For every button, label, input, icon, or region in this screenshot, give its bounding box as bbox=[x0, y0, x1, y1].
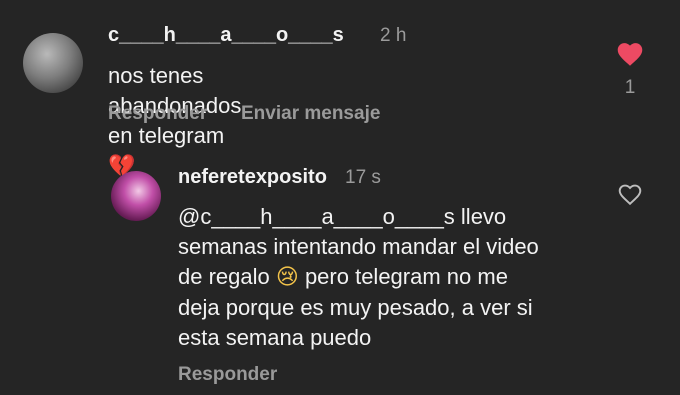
heart-outline-icon[interactable] bbox=[617, 182, 643, 206]
reply-button[interactable]: Responder bbox=[108, 103, 207, 125]
comment-line-start: de regalo bbox=[178, 264, 270, 289]
comment-line: esta semana puedo bbox=[178, 325, 372, 350]
avatar[interactable] bbox=[111, 171, 161, 221]
send-message-button[interactable]: Enviar mensaje bbox=[241, 103, 380, 125]
reply-button[interactable]: Responder bbox=[178, 364, 277, 386]
avatar[interactable] bbox=[23, 33, 83, 93]
comment-text: @c____h____a____o____s llevo semanas int… bbox=[178, 202, 598, 353]
comment-line-end: pero telegram no me bbox=[304, 264, 508, 289]
comment-timestamp: 17 s bbox=[345, 167, 381, 188]
comment-line: @c____h____a____o____s llevo bbox=[178, 204, 507, 229]
like-count: 1 bbox=[624, 77, 636, 98]
heart-filled-icon[interactable] bbox=[615, 40, 645, 67]
comment-username[interactable]: c____h____a____o____s bbox=[108, 24, 344, 47]
comment-line: de regalo 😢 pero telegram no me bbox=[178, 262, 598, 293]
comment-line: deja porque es muy pesado, a ver si bbox=[178, 295, 533, 320]
comment-username[interactable]: neferetexposito bbox=[178, 166, 327, 189]
comment-timestamp: 2 h bbox=[380, 25, 407, 46]
crying-face-emoji: 😢 bbox=[275, 265, 299, 290]
comment-line: semanas intentando mandar el video bbox=[178, 234, 539, 259]
